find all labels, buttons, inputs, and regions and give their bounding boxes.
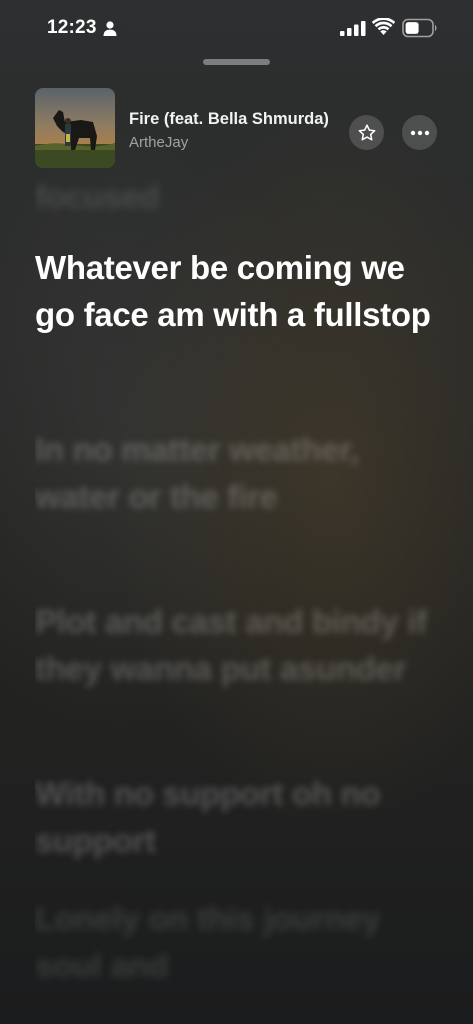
status-time: 12:23 bbox=[47, 17, 97, 38]
favorite-button[interactable] bbox=[349, 115, 384, 150]
lyrics-view[interactable]: focused Whatever be coming we go face am… bbox=[35, 160, 435, 1024]
star-icon bbox=[358, 123, 375, 140]
sheet-grabber[interactable] bbox=[203, 59, 270, 65]
now-playing-header: Fire (feat. Bella Shmurda) ArtheJay bbox=[0, 86, 473, 170]
battery-icon bbox=[402, 18, 437, 38]
lyric-line[interactable]: In no matter weather, water or the fire bbox=[35, 426, 435, 520]
lyric-line-previous[interactable]: focused bbox=[35, 173, 435, 220]
wifi-icon bbox=[372, 18, 395, 35]
lyric-line[interactable]: Lonely on this journey soul and bbox=[35, 895, 435, 989]
more-options-button[interactable] bbox=[402, 115, 437, 150]
lyric-line-current[interactable]: Whatever be coming we go face am with a … bbox=[35, 244, 435, 338]
person-icon bbox=[103, 21, 117, 36]
lyric-line[interactable]: With no support oh no support bbox=[35, 770, 435, 864]
ellipsis-icon bbox=[410, 130, 429, 135]
track-title: Fire (feat. Bella Shmurda) bbox=[129, 110, 329, 128]
status-bar: 12:23 bbox=[0, 0, 473, 56]
album-artwork[interactable] bbox=[35, 88, 115, 168]
now-playing-lyrics-screen: 12:23 Fire (feat. Bella Shmurda) ArtheJa… bbox=[0, 0, 473, 1024]
signal-icon bbox=[340, 21, 366, 36]
lyric-line[interactable]: Plot and cast and bindy if they wanna pu… bbox=[35, 598, 435, 692]
track-artist[interactable]: ArtheJay bbox=[129, 134, 188, 151]
